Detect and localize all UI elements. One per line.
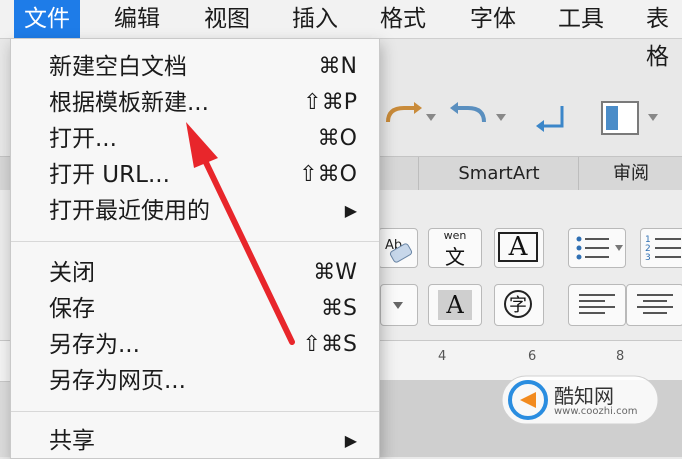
- watermark-logo: 酷知网 www.coozhi.com: [500, 372, 660, 428]
- watermark-url: www.coozhi.com: [554, 406, 638, 417]
- watermark-name: 酷知网: [554, 384, 614, 408]
